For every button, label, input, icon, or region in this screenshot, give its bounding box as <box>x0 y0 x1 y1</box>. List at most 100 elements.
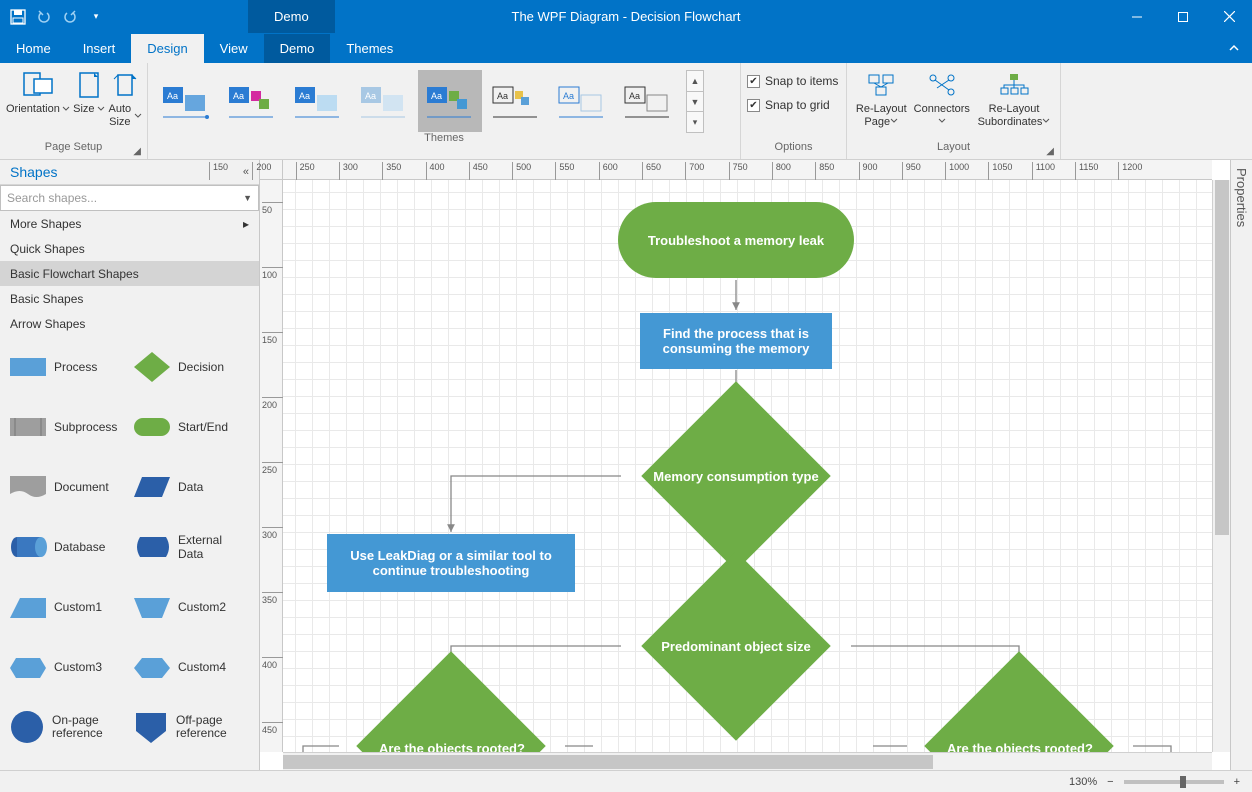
relayout-subs-label: Re-Layout Subordinates <box>978 103 1043 128</box>
tab-themes[interactable]: Themes <box>330 34 409 63</box>
size-label: Size <box>73 103 94 116</box>
options-group-label: Options <box>775 141 813 153</box>
scrollbar-horizontal[interactable] <box>283 752 1212 770</box>
diagram-canvas[interactable]: Troubleshoot a memory leak Find the proc… <box>283 180 1212 752</box>
search-dropdown-icon[interactable]: ▼ <box>243 193 252 203</box>
snap-to-grid-checkbox[interactable]: ✔Snap to grid <box>747 95 840 115</box>
theme-expand[interactable]: ▾ <box>686 111 704 133</box>
shape-onpage-ref[interactable]: On-page reference <box>8 708 126 746</box>
ruler-horizontal: 1502002503003504004505005506006507007508… <box>283 160 1212 180</box>
zoom-out-icon[interactable]: − <box>1107 776 1113 788</box>
auto-size-button[interactable]: Auto Size <box>108 66 142 138</box>
category-quick-shapes[interactable]: Quick Shapes <box>0 236 259 261</box>
maximize-button[interactable] <box>1160 0 1206 33</box>
connectors-button[interactable]: Connectors <box>912 66 972 138</box>
zoom-in-icon[interactable]: + <box>1234 776 1240 788</box>
shape-decision[interactable]: Decision <box>132 348 250 386</box>
title-bar: ▾ Demo The WPF Diagram - Decision Flowch… <box>0 0 1252 33</box>
theme-item-6[interactable]: Aa <box>484 70 548 132</box>
zoom-value: 130% <box>1069 776 1097 788</box>
svg-text:Aa: Aa <box>563 91 574 101</box>
shapes-panel: Shapes « Search shapes... ▼ More Shapes▸… <box>0 160 260 770</box>
quick-access-toolbar: ▾ <box>0 7 114 27</box>
shape-custom3[interactable]: Custom3 <box>8 648 126 686</box>
connectors-label: Connectors <box>914 103 970 115</box>
relayout-page-button[interactable]: Re-Layout Page <box>853 66 910 138</box>
page-setup-dialog-icon[interactable]: ◢ <box>133 146 141 157</box>
theme-item-8[interactable]: Aa <box>616 70 680 132</box>
ruler-vertical: 50100150200250300350400450 <box>260 180 283 752</box>
snap-to-items-checkbox[interactable]: ✔Snap to items <box>747 71 840 91</box>
chevron-right-icon: ▸ <box>243 217 249 231</box>
theme-scroll-up[interactable]: ▲ <box>686 70 704 92</box>
scroll-thumb-v[interactable] <box>1215 180 1229 535</box>
svg-text:Aa: Aa <box>365 91 376 101</box>
category-more-shapes[interactable]: More Shapes▸ <box>0 211 259 236</box>
size-button[interactable]: Size <box>72 66 106 138</box>
canvas-area: 1502002503003504004505005506006507007508… <box>260 160 1230 770</box>
relayout-subordinates-button[interactable]: Re-Layout Subordinates <box>974 66 1054 138</box>
shape-custom1[interactable]: Custom1 <box>8 588 126 626</box>
node-rooted-a-label: Are the objects rooted? <box>339 728 565 752</box>
category-basic-shapes[interactable]: Basic Shapes <box>0 286 259 311</box>
shape-start-end[interactable]: Start/End <box>132 408 250 446</box>
svg-text:Aa: Aa <box>167 91 178 101</box>
tab-view[interactable]: View <box>204 34 264 63</box>
shapes-search-input[interactable]: Search shapes... ▼ <box>0 185 259 211</box>
redo-icon[interactable] <box>60 7 80 27</box>
group-page-setup: Orientation Size Auto Size Page Setup◢ <box>0 63 148 159</box>
theme-item-3[interactable]: Aa <box>286 70 350 132</box>
tab-demo[interactable]: Demo <box>264 34 331 63</box>
zoom-slider-thumb[interactable] <box>1180 776 1186 788</box>
group-options: ✔Snap to items ✔Snap to grid Options <box>741 63 847 159</box>
shape-custom4[interactable]: Custom4 <box>132 648 250 686</box>
zoom-slider[interactable] <box>1124 780 1224 784</box>
shapes-collapse-icon[interactable]: « <box>243 166 249 178</box>
theme-item-7[interactable]: Aa <box>550 70 614 132</box>
tab-home[interactable]: Home <box>0 34 67 63</box>
svg-text:Aa: Aa <box>299 91 310 101</box>
shape-data[interactable]: Data <box>132 468 250 506</box>
theme-item-1[interactable]: Aa <box>154 70 218 132</box>
category-arrow-shapes[interactable]: Arrow Shapes <box>0 311 259 336</box>
theme-scroll-down[interactable]: ▼ <box>686 91 704 113</box>
properties-panel-collapsed[interactable]: Properties <box>1230 160 1252 770</box>
search-placeholder: Search shapes... <box>7 191 97 205</box>
window-title: The WPF Diagram - Decision Flowchart <box>0 9 1252 24</box>
group-layout: Re-Layout Page Connectors Re-Layout Subo… <box>847 63 1061 159</box>
orientation-button[interactable]: Orientation <box>6 66 70 138</box>
shape-process[interactable]: Process <box>8 348 126 386</box>
node-find-process[interactable]: Find the process that is consuming the m… <box>640 313 832 369</box>
theme-item-5[interactable]: Aa <box>418 70 482 132</box>
shapes-grid: Process Decision Subprocess Start/End Do… <box>0 336 259 770</box>
tab-insert[interactable]: Insert <box>67 34 132 63</box>
shape-custom2[interactable]: Custom2 <box>132 588 250 626</box>
context-tab-demo[interactable]: Demo <box>248 0 335 33</box>
node-start[interactable]: Troubleshoot a memory leak <box>618 202 854 278</box>
ribbon-collapse-icon[interactable] <box>1216 36 1252 63</box>
undo-icon[interactable] <box>34 7 54 27</box>
theme-item-4[interactable]: Aa <box>352 70 416 132</box>
shape-database[interactable]: Database <box>8 528 126 566</box>
snap-to-grid-label: Snap to grid <box>765 98 830 112</box>
svg-text:Aa: Aa <box>497 91 508 101</box>
category-basic-flowchart[interactable]: Basic Flowchart Shapes <box>0 261 259 286</box>
theme-item-2[interactable]: Aa <box>220 70 284 132</box>
tab-design[interactable]: Design <box>131 34 203 63</box>
close-button[interactable] <box>1206 0 1252 33</box>
layout-dialog-icon[interactable]: ◢ <box>1046 146 1054 157</box>
shape-document[interactable]: Document <box>8 468 126 506</box>
themes-gallery: Aa Aa Aa Aa Aa Aa Aa Aa ▲ ▼ ▾ <box>154 66 734 132</box>
minimize-button[interactable] <box>1114 0 1160 33</box>
qat-dropdown-icon[interactable]: ▾ <box>86 7 106 27</box>
scroll-thumb-h[interactable] <box>283 755 933 769</box>
shape-external-data[interactable]: External Data <box>132 528 250 566</box>
node-leakdiag[interactable]: Use LeakDiag or a similar tool to contin… <box>327 534 575 592</box>
snap-to-items-label: Snap to items <box>765 74 838 88</box>
shape-offpage-ref[interactable]: Off-page reference <box>132 708 250 746</box>
group-themes: Aa Aa Aa Aa Aa Aa Aa Aa ▲ ▼ ▾ Themes <box>148 63 741 159</box>
scrollbar-vertical[interactable] <box>1212 180 1230 752</box>
shape-subprocess[interactable]: Subprocess <box>8 408 126 446</box>
node-predominant-size-label: Predominant object size <box>623 626 849 666</box>
save-icon[interactable] <box>8 7 28 27</box>
